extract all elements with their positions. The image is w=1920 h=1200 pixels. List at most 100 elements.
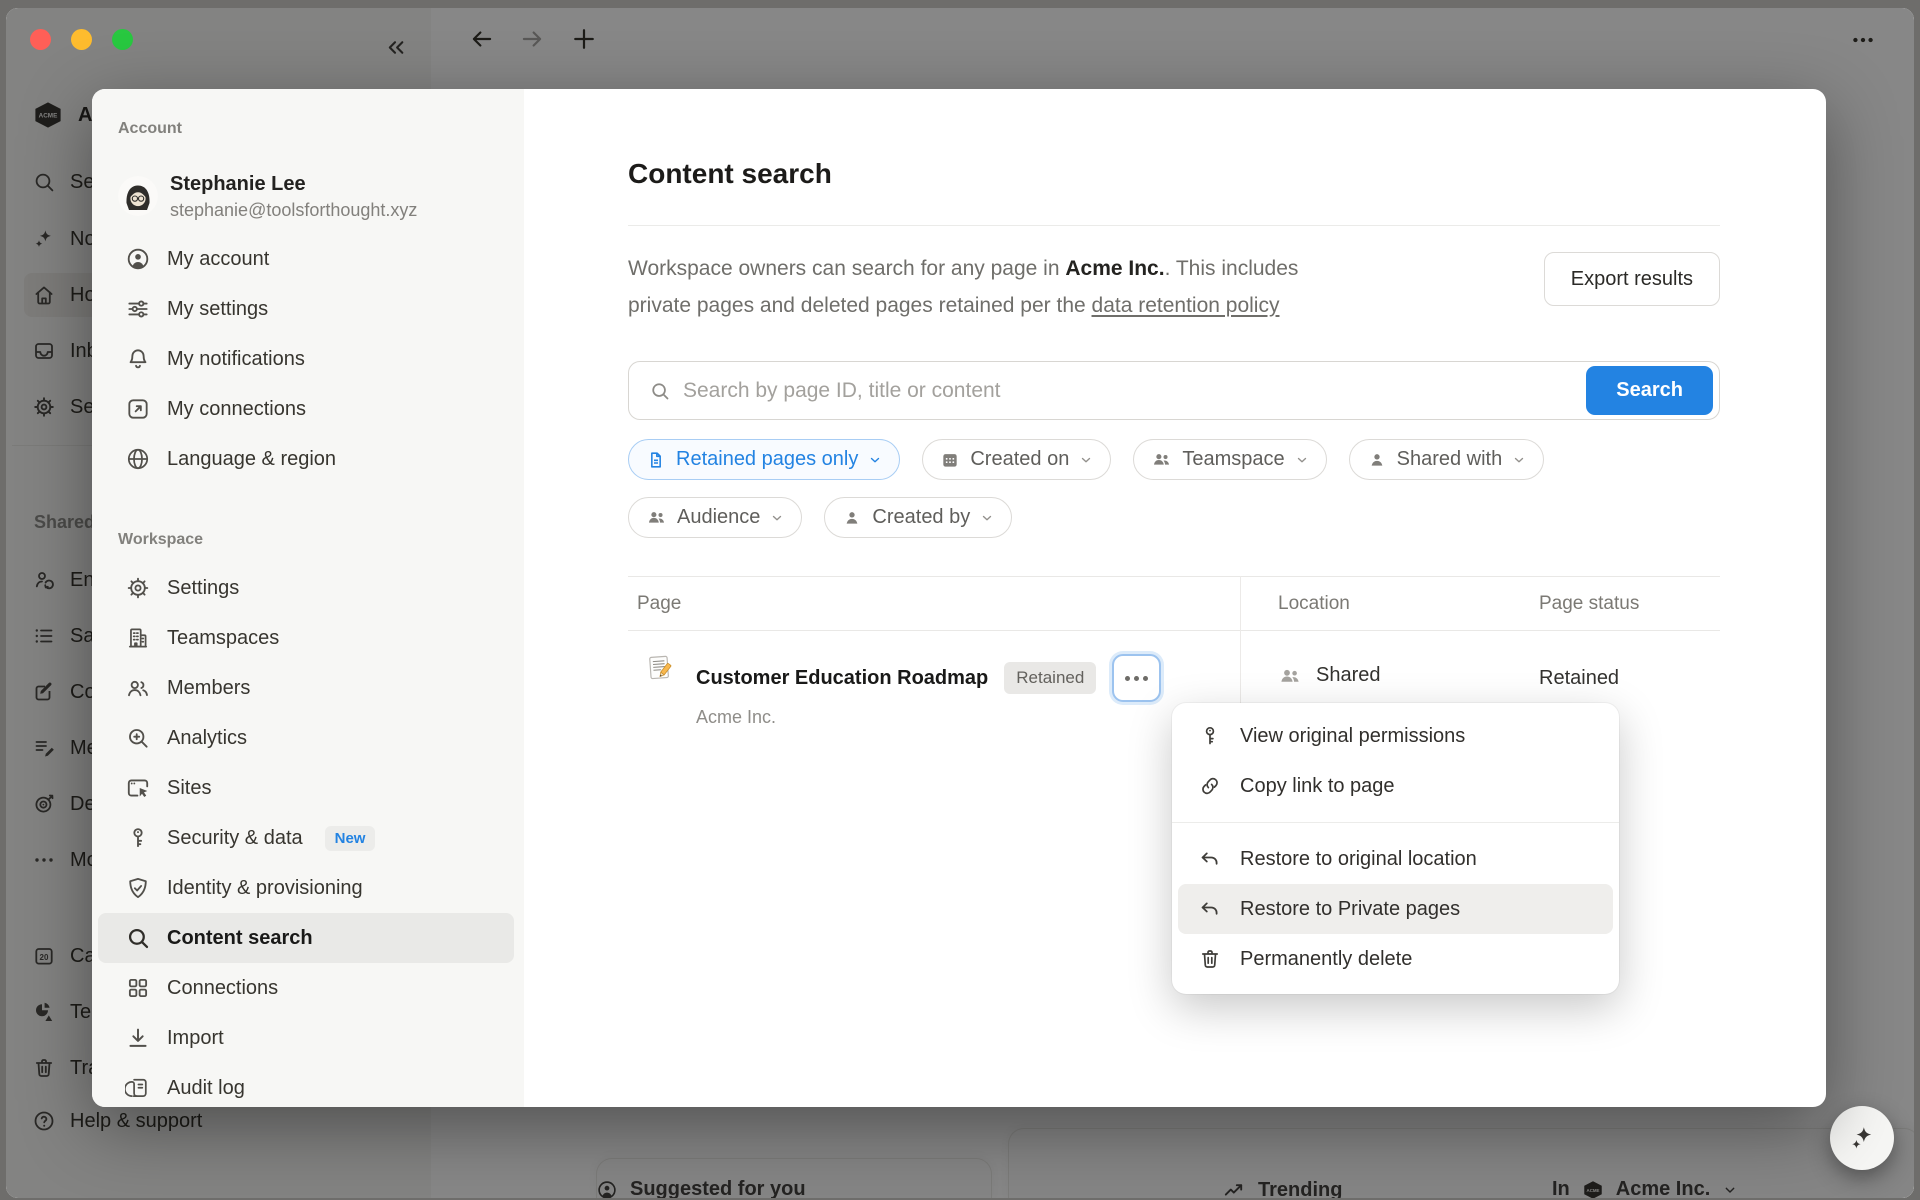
settings-nav-teamspaces[interactable]: Teamspaces — [98, 613, 514, 663]
filter-retained-pages-only[interactable]: Retained pages only — [628, 439, 900, 480]
box-arrow-icon — [125, 396, 151, 422]
gear-icon — [125, 575, 151, 601]
menu-divider — [1172, 822, 1619, 823]
building-icon — [125, 625, 151, 651]
filter-row-2: Audience Created by — [628, 497, 1720, 538]
bell-icon — [125, 346, 151, 372]
settings-nav-language-region[interactable]: Language & region — [98, 434, 514, 484]
sparkle-icon — [1848, 1124, 1876, 1152]
avatar — [118, 176, 158, 216]
settings-nav-settings[interactable]: Settings — [98, 563, 514, 613]
export-results-button[interactable]: Export results — [1544, 252, 1720, 306]
chevron-down-icon — [1512, 453, 1526, 467]
calendar-icon — [940, 450, 960, 470]
account-user-row[interactable]: Stephanie Lee stephanie@toolsforthought.… — [118, 167, 514, 225]
app-window: ACME Acme Inc. Search Notion AI Home — [6, 8, 1914, 1198]
chevron-down-icon — [1079, 453, 1093, 467]
key-icon — [125, 825, 151, 851]
person-filled-icon — [1367, 450, 1387, 470]
memo-icon — [647, 654, 674, 681]
window-close-button[interactable] — [30, 29, 51, 50]
account-section-header: Account — [118, 117, 524, 141]
shield-check-icon — [125, 875, 151, 901]
filter-shared-with[interactable]: Shared with — [1349, 439, 1545, 480]
settings-nav-content-search[interactable]: Content search — [98, 913, 514, 963]
workspace-section-header: Workspace — [118, 528, 524, 552]
row-context-menu: View original permissions Copy link to p… — [1172, 703, 1619, 994]
settings-nav-analytics[interactable]: Analytics — [98, 713, 514, 763]
page-subtitle: Acme Inc. — [696, 707, 1161, 728]
menu-permanently-delete[interactable]: Permanently delete — [1178, 934, 1613, 984]
user-email: stephanie@toolsforthought.xyz — [170, 198, 417, 222]
chevron-down-icon — [980, 511, 994, 525]
notion-ai-fab-button[interactable] — [1830, 1106, 1894, 1170]
menu-restore-original-location[interactable]: Restore to original location — [1178, 834, 1613, 884]
trash-icon — [1198, 947, 1222, 971]
table-header: Page Location Page status — [628, 576, 1720, 631]
page-title-cell: Customer Education Roadmap — [696, 665, 988, 691]
sliders-icon — [125, 296, 151, 322]
content-search-bar: Search — [628, 361, 1720, 420]
globe-icon — [125, 446, 151, 472]
person-circle-icon — [125, 246, 151, 272]
page-icon — [646, 450, 666, 470]
user-name: Stephanie Lee — [170, 170, 417, 198]
filter-row-1: Retained pages only Created on Teamspace — [628, 439, 1720, 480]
person-filled-icon — [842, 508, 862, 528]
settings-nav-audit-log[interactable]: Audit log — [98, 1063, 514, 1107]
status-cell: Retained — [1539, 631, 1720, 690]
magnifier-plus-icon — [125, 725, 151, 751]
people-filled-icon — [646, 507, 667, 528]
settings-nav-import[interactable]: Import — [98, 1013, 514, 1063]
menu-copy-link[interactable]: Copy link to page — [1178, 761, 1613, 811]
people-filled-icon — [1151, 449, 1172, 470]
row-more-button[interactable] — [1112, 654, 1161, 702]
audit-log-icon — [125, 1075, 151, 1101]
search-icon — [125, 925, 151, 951]
link-icon — [1198, 774, 1222, 798]
import-icon — [125, 1025, 151, 1051]
desktop: ACME Acme Inc. Search Notion AI Home — [0, 0, 1920, 1200]
people-icon — [125, 675, 151, 701]
chevron-down-icon — [1295, 453, 1309, 467]
key-icon — [1198, 724, 1222, 748]
filter-created-by[interactable]: Created by — [824, 497, 1012, 538]
menu-view-original-permissions[interactable]: View original permissions — [1178, 711, 1613, 761]
settings-nav-identity-provisioning[interactable]: Identity & provisioning — [98, 863, 514, 913]
people-filled-icon — [1278, 664, 1302, 688]
settings-nav-security-data[interactable]: Security & data New — [98, 813, 514, 863]
column-header-status: Page status — [1502, 593, 1720, 615]
page-title: Content search — [628, 159, 1720, 189]
chevron-down-icon — [770, 511, 784, 525]
retained-badge: Retained — [1004, 662, 1096, 694]
undo-icon — [1198, 847, 1222, 871]
settings-nav-my-settings[interactable]: My settings — [98, 284, 514, 334]
settings-nav-connections[interactable]: Connections — [98, 963, 514, 1013]
data-retention-policy-link[interactable]: data retention policy — [1092, 294, 1280, 317]
settings-nav-sites[interactable]: Sites — [98, 763, 514, 813]
search-button[interactable]: Search — [1586, 366, 1713, 415]
settings-nav-my-connections[interactable]: My connections — [98, 384, 514, 434]
undo-icon — [1198, 897, 1222, 921]
window-zoom-button[interactable] — [112, 29, 133, 50]
search-input[interactable] — [683, 379, 1579, 403]
settings-nav-my-account[interactable]: My account — [98, 234, 514, 284]
settings-sidebar: Account Stephanie Lee stephanie@toolsfor… — [92, 89, 524, 1107]
filter-teamspace[interactable]: Teamspace — [1133, 439, 1326, 480]
description-text: Workspace owners can search for any page… — [628, 250, 1298, 324]
title-divider — [628, 225, 1720, 226]
filter-audience[interactable]: Audience — [628, 497, 802, 538]
search-icon — [649, 380, 671, 402]
grid-icon — [125, 975, 151, 1001]
settings-nav-members[interactable]: Members — [98, 663, 514, 713]
window-minimize-button[interactable] — [71, 29, 92, 50]
filter-created-on[interactable]: Created on — [922, 439, 1111, 480]
menu-restore-private-pages[interactable]: Restore to Private pages — [1178, 884, 1613, 934]
location-cell: Shared — [1278, 631, 1502, 688]
chevron-down-icon — [868, 453, 882, 467]
column-header-location: Location — [1240, 593, 1502, 615]
browser-cursor-icon — [125, 775, 151, 801]
settings-modal: Account Stephanie Lee stephanie@toolsfor… — [92, 89, 1826, 1107]
settings-nav-my-notifications[interactable]: My notifications — [98, 334, 514, 384]
new-badge: New — [325, 826, 376, 851]
